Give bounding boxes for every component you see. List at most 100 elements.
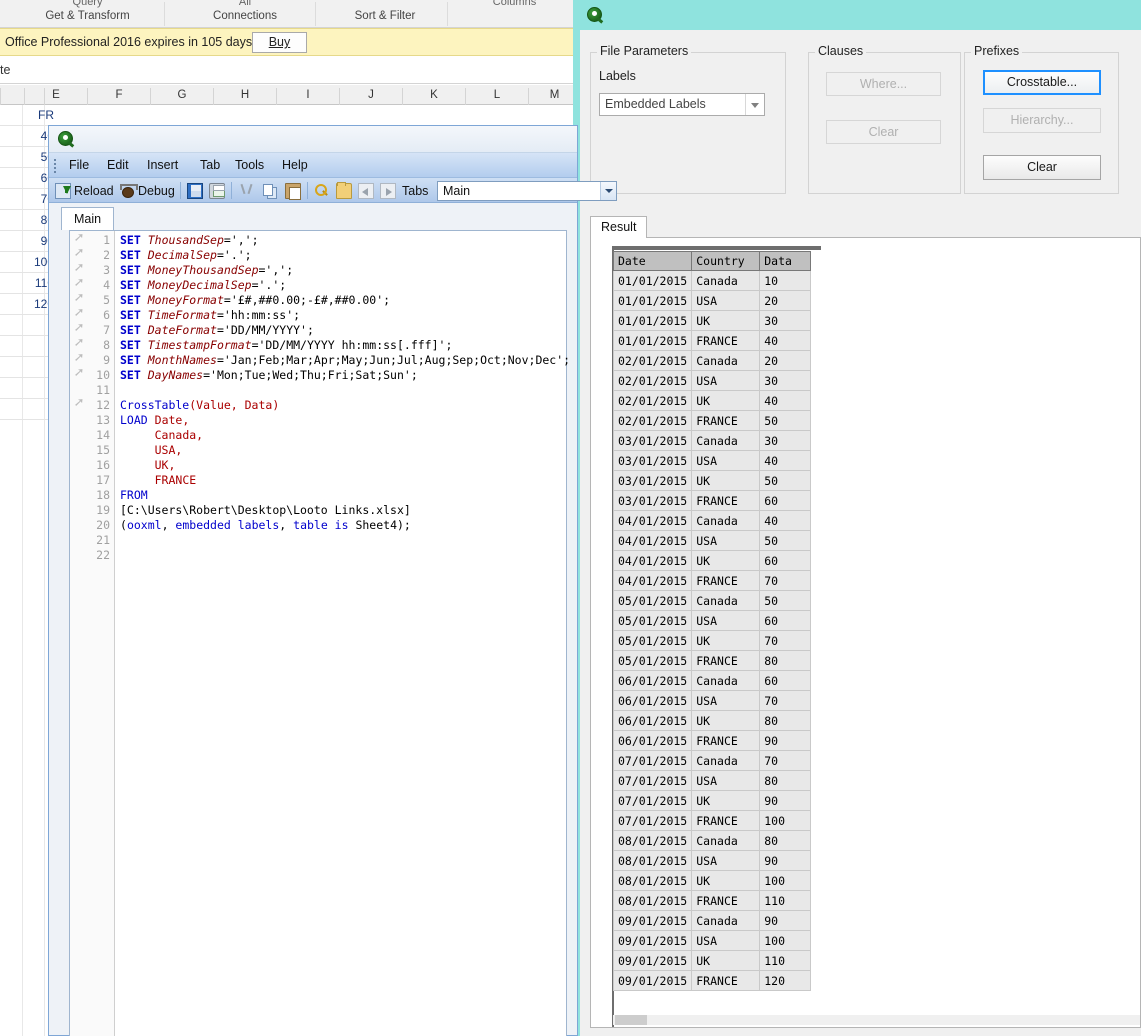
tab-result[interactable]: Result <box>590 216 648 238</box>
excel-cell-value[interactable]: FR <box>20 108 54 122</box>
code-line[interactable]: SET DecimalSep='.'; <box>120 248 566 263</box>
menu-file[interactable]: File <box>64 157 94 173</box>
table-row[interactable]: 01/01/2015 USA 20 <box>612 290 812 311</box>
column-header-country[interactable]: Country <box>691 251 761 271</box>
result-horizontal-scrollbar[interactable] <box>613 1015 1140 1025</box>
save-button[interactable] <box>187 181 203 200</box>
table-row[interactable]: 06/01/2015 FRANCE 90 <box>612 730 812 751</box>
menu-tab[interactable]: Tab <box>195 157 225 173</box>
hierarchy-button[interactable]: Hierarchy... <box>983 108 1101 133</box>
code-line[interactable]: SET TimeFormat='hh:mm:ss'; <box>120 308 566 323</box>
prefixes-clear-button[interactable]: Clear <box>983 155 1101 180</box>
table-row[interactable]: 06/01/2015 Canada 60 <box>612 670 812 691</box>
formula-bar[interactable]: te <box>0 58 580 84</box>
tabs-dropdown[interactable]: Main <box>437 181 617 201</box>
code-line[interactable]: SET TimestampFormat='DD/MM/YYYY hh:mm:ss… <box>120 338 566 353</box>
menu-tools[interactable]: Tools <box>230 157 269 173</box>
table-row[interactable]: 09/01/2015 USA 100 <box>612 930 812 951</box>
table-row[interactable]: 04/01/2015 UK 60 <box>612 550 812 571</box>
column-header-l[interactable]: L <box>465 88 528 105</box>
table-row[interactable]: 09/01/2015 FRANCE 120 <box>612 970 812 991</box>
chevron-down-icon[interactable] <box>600 182 616 200</box>
buy-button[interactable]: Buy <box>252 32 307 53</box>
code-line[interactable]: FRANCE <box>120 473 566 488</box>
code-line[interactable]: SET MonthNames='Jan;Feb;Mar;Apr;May;Jun;… <box>120 353 570 368</box>
table-row[interactable]: 07/01/2015 UK 90 <box>612 790 812 811</box>
column-header-e[interactable]: E <box>24 88 87 105</box>
search-button[interactable] <box>314 181 330 200</box>
table-row[interactable]: 09/01/2015 UK 110 <box>612 950 812 971</box>
script-tab-main[interactable]: Main <box>61 207 115 230</box>
table-row[interactable]: 05/01/2015 Canada 50 <box>612 590 812 611</box>
cut-button[interactable] <box>239 181 255 200</box>
code-line[interactable]: SET MoneyDecimalSep='.'; <box>120 278 566 293</box>
table-row[interactable]: 08/01/2015 USA 90 <box>612 850 812 871</box>
table-row[interactable]: 07/01/2015 USA 80 <box>612 770 812 791</box>
column-header-j[interactable]: J <box>339 88 402 105</box>
table-row[interactable]: 03/01/2015 Canada 30 <box>612 430 812 451</box>
table-row[interactable]: 01/01/2015 UK 30 <box>612 310 812 331</box>
code-line[interactable]: SET ThousandSep=','; <box>120 233 566 248</box>
code-line[interactable]: UK, <box>120 458 566 473</box>
code-line[interactable]: [C:\Users\Robert\Desktop\Looto Links.xls… <box>120 503 566 518</box>
table-row[interactable]: 08/01/2015 FRANCE 110 <box>612 890 812 911</box>
table-row[interactable]: 06/01/2015 UK 80 <box>612 710 812 731</box>
crosstable-button[interactable]: Crosstable... <box>983 70 1101 95</box>
copy-button[interactable] <box>262 181 278 200</box>
script-code-editor[interactable]: 12345678910111213141516171819202122 SET … <box>69 230 570 1036</box>
table-row[interactable]: 02/01/2015 UK 40 <box>612 390 812 411</box>
menu-edit[interactable]: Edit <box>102 157 134 173</box>
code-line[interactable]: USA, <box>120 443 566 458</box>
table-row[interactable]: 05/01/2015 FRANCE 80 <box>612 650 812 671</box>
code-line[interactable] <box>120 383 566 398</box>
table-row[interactable]: 05/01/2015 USA 60 <box>612 610 812 631</box>
column-header-f[interactable]: F <box>87 88 150 105</box>
open-folder-button[interactable] <box>336 181 352 200</box>
code-line[interactable]: LOAD Date, <box>120 413 566 428</box>
table-row[interactable]: 04/01/2015 FRANCE 70 <box>612 570 812 591</box>
code-line[interactable]: Canada, <box>120 428 566 443</box>
code-line[interactable]: FROM <box>120 488 566 503</box>
column-header-g[interactable]: G <box>150 88 213 105</box>
table-row[interactable]: 01/01/2015 Canada 10 <box>612 270 812 291</box>
column-header-h[interactable]: H <box>213 88 276 105</box>
table-row[interactable]: 02/01/2015 Canada 20 <box>612 350 812 371</box>
code-line[interactable]: (ooxml, embedded labels, table is Sheet4… <box>120 518 566 533</box>
where-button[interactable]: Where... <box>826 72 941 96</box>
table-row[interactable]: 02/01/2015 USA 30 <box>612 370 812 391</box>
debug-button[interactable]: Debug <box>119 181 175 200</box>
menu-grip-handle[interactable] <box>54 159 57 173</box>
code-line[interactable]: SET DateFormat='DD/MM/YYYY'; <box>120 323 566 338</box>
table-row[interactable]: 03/01/2015 FRANCE 60 <box>612 490 812 511</box>
table-row[interactable]: 07/01/2015 FRANCE 100 <box>612 810 812 831</box>
table-row[interactable]: 05/01/2015 UK 70 <box>612 630 812 651</box>
menu-insert[interactable]: Insert <box>142 157 183 173</box>
table-row[interactable]: 04/01/2015 Canada 40 <box>612 510 812 531</box>
table-row[interactable]: 07/01/2015 Canada 70 <box>612 750 812 771</box>
code-line[interactable]: SET DayNames='Mon;Tue;Wed;Thu;Fri;Sat;Su… <box>120 368 566 383</box>
menu-help[interactable]: Help <box>277 157 313 173</box>
labels-dropdown[interactable]: Embedded Labels <box>599 93 765 116</box>
code-line[interactable] <box>120 533 566 548</box>
table-row[interactable]: 08/01/2015 Canada 80 <box>612 830 812 851</box>
print-button[interactable] <box>209 181 225 200</box>
next-tab-button[interactable] <box>380 181 396 200</box>
code-line[interactable] <box>120 548 566 563</box>
chevron-down-icon[interactable] <box>745 94 764 115</box>
code-line[interactable]: SET MoneyThousandSep=','; <box>120 263 566 278</box>
code-line[interactable]: SET MoneyFormat='£#,##0.00;-£#,##0.00'; <box>120 293 566 308</box>
previous-tab-button[interactable] <box>358 181 374 200</box>
scrollbar-thumb[interactable] <box>615 1015 647 1025</box>
table-row[interactable]: 06/01/2015 USA 70 <box>612 690 812 711</box>
paste-button[interactable] <box>285 181 301 200</box>
column-header-i[interactable]: I <box>276 88 339 105</box>
reload-button[interactable]: Reload <box>55 181 114 200</box>
column-header-data[interactable]: Data <box>759 251 812 271</box>
column-header-k[interactable]: K <box>402 88 465 105</box>
table-row[interactable]: 09/01/2015 Canada 90 <box>612 910 812 931</box>
table-row[interactable]: 04/01/2015 USA 50 <box>612 530 812 551</box>
column-header-date[interactable]: Date <box>612 251 693 271</box>
table-row[interactable]: 02/01/2015 FRANCE 50 <box>612 410 812 431</box>
table-row[interactable]: 03/01/2015 USA 40 <box>612 450 812 471</box>
table-row[interactable]: 08/01/2015 UK 100 <box>612 870 812 891</box>
